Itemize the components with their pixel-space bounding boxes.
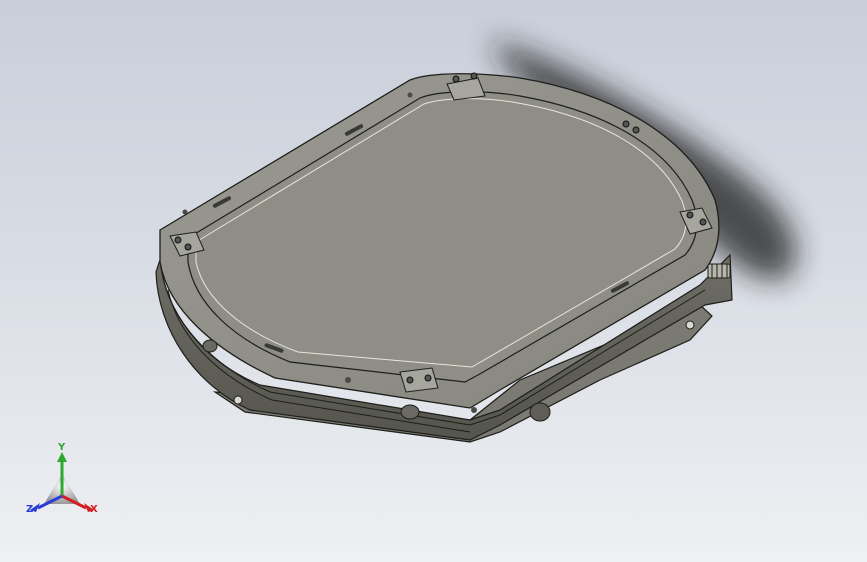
3d-model-view[interactable] [0, 0, 867, 562]
graphics-viewport[interactable]: Y X Z [0, 0, 867, 562]
side-spring [707, 263, 731, 279]
clamp-block-bottom [399, 367, 439, 393]
coordinate-triad: Y X Z [22, 442, 106, 524]
y-axis-label: Y [58, 442, 66, 453]
z-axis-label: Z [26, 504, 34, 515]
x-axis-label: X [90, 504, 98, 515]
